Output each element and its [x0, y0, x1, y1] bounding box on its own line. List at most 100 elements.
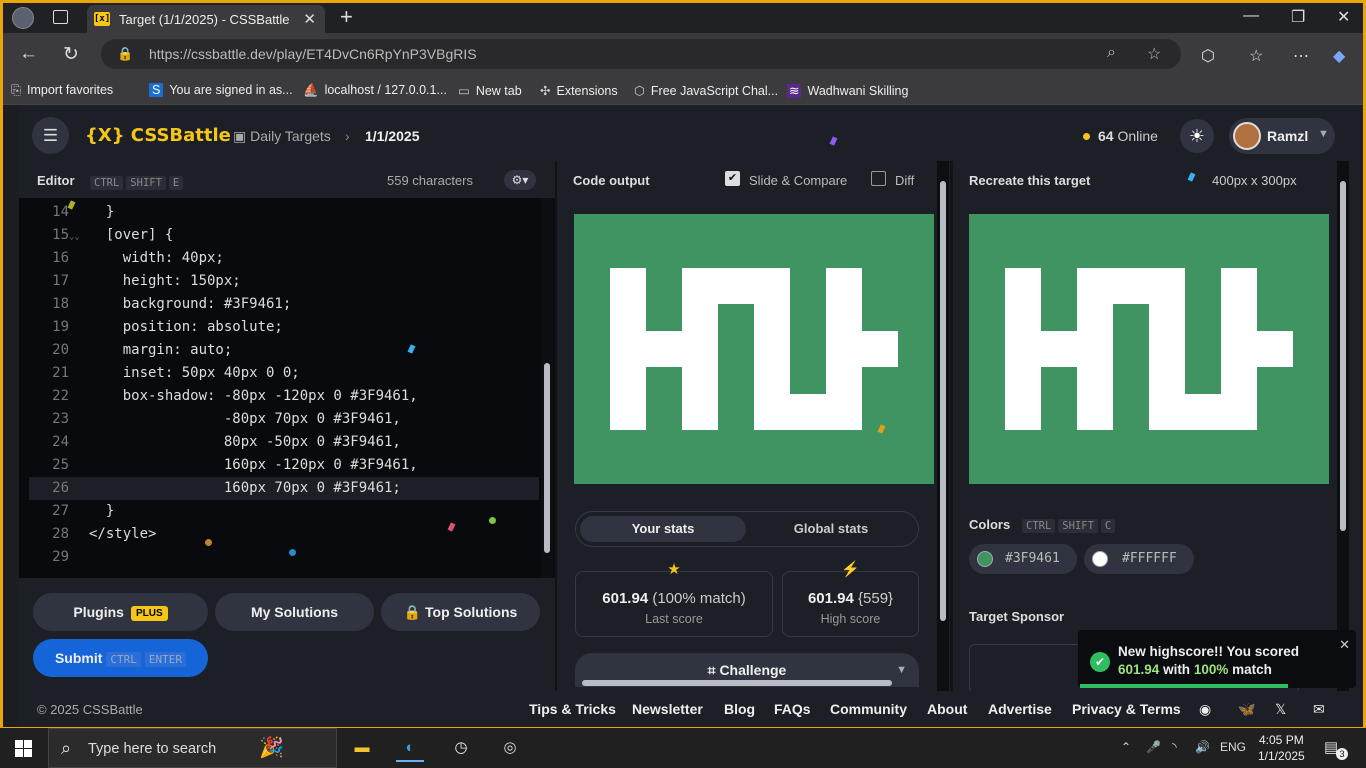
fav-newtab[interactable]: ▭ New tab	[458, 83, 522, 98]
notification-count: 3	[1336, 748, 1348, 760]
code-line[interactable]: 23 -80px 70px 0 #3F9461,	[29, 408, 539, 431]
output-scrollbar[interactable]	[937, 161, 949, 691]
favorite-star-icon[interactable]: ☆	[1147, 44, 1161, 64]
editor-scrollbar[interactable]	[541, 198, 553, 578]
code-line[interactable]: 18 background: #3F9461;	[29, 293, 539, 316]
footer-link-about[interactable]: About	[927, 701, 967, 717]
tab-global-stats[interactable]: Global stats	[748, 516, 914, 542]
plugins-button[interactable]: Plugins PLUS	[33, 593, 208, 631]
code-line[interactable]: 17 height: 150px;	[29, 270, 539, 293]
tab-close-icon[interactable]: ✕	[303, 10, 316, 28]
menu-button[interactable]: ☰	[32, 117, 69, 154]
star-icon: ★	[667, 561, 681, 578]
editor-scroll-thumb[interactable]	[544, 363, 550, 553]
submit-button[interactable]: Submit CTRL ENTER	[33, 639, 208, 677]
microphone-icon[interactable]: 🎤	[1146, 740, 1161, 754]
tab-actions-icon[interactable]	[53, 10, 68, 24]
output-h-scroll-thumb[interactable]	[582, 680, 892, 686]
fav-import[interactable]: ⎘ Import favorites	[11, 83, 113, 98]
top-solutions-button[interactable]: 🔒 Top Solutions	[381, 593, 540, 631]
color-chip-green[interactable]: #3F9461	[969, 544, 1077, 574]
target-scroll-thumb[interactable]	[1340, 181, 1346, 531]
output-h-scrollbar[interactable]	[564, 677, 934, 689]
fav-wadhwani[interactable]: ≋ Wadhwani Skilling	[787, 83, 908, 98]
new-tab-icon[interactable]: +	[340, 5, 353, 29]
footer-link-faqs[interactable]: FAQs	[774, 701, 811, 717]
target-size: 400px x 300px	[1212, 173, 1297, 188]
mail-icon[interactable]: ✉	[1313, 701, 1325, 718]
minimize-icon[interactable]: —	[1243, 7, 1259, 25]
code-line[interactable]: 27 }	[29, 500, 539, 523]
footer-link-privacy[interactable]: Privacy & Terms	[1072, 701, 1181, 717]
code-line[interactable]: 16 width: 40px;	[29, 247, 539, 270]
my-solutions-button[interactable]: My Solutions	[215, 593, 374, 631]
slide-compare-label[interactable]: Slide & Compare	[749, 173, 847, 188]
windows-start-icon[interactable]	[15, 740, 32, 757]
lock-icon[interactable]: 🔒	[117, 46, 133, 62]
taskbar-clock[interactable]: 4:05 PM 1/1/2025	[1258, 732, 1305, 764]
code-line[interactable]: 15⌄⌄ [over] {	[29, 224, 539, 247]
taskbar-search[interactable]: ⌕ Type here to search 🎉	[48, 728, 337, 768]
user-menu-button[interactable]: Ramzl ▼	[1229, 118, 1335, 154]
bluesky-icon[interactable]: 🦋	[1238, 701, 1255, 718]
file-explorer-icon[interactable]: ▬	[348, 734, 376, 762]
code-line[interactable]: 29	[29, 546, 539, 569]
clock-app-icon[interactable]: ◷	[447, 734, 475, 762]
crumb-daily-targets[interactable]: ▣ Daily Targets	[233, 128, 331, 145]
output-scroll-thumb[interactable]	[940, 181, 946, 621]
lock-icon: 🔒	[403, 604, 426, 620]
footer-link-blog[interactable]: Blog	[724, 701, 755, 717]
tray-chevron-icon[interactable]: ⌃	[1121, 740, 1131, 754]
code-line[interactable]: 14 }	[29, 201, 539, 224]
refresh-icon[interactable]: ↻	[63, 43, 79, 66]
fav-extensions[interactable]: ✣ Extensions	[540, 83, 618, 98]
tab-your-stats[interactable]: Your stats	[580, 516, 746, 542]
edge-icon[interactable]: ◐	[396, 734, 424, 762]
logo[interactable]: {X} CSSBattle	[85, 125, 231, 146]
x-icon[interactable]: 𝕏	[1275, 701, 1286, 718]
recorder-icon[interactable]: ◎	[496, 734, 524, 762]
theme-toggle-button[interactable]: ☀	[1180, 119, 1214, 153]
profile-avatar[interactable]	[12, 7, 34, 29]
code-line[interactable]: 24 80px -50px 0 #3F9461,	[29, 431, 539, 454]
copilot-icon[interactable]: ◆	[1333, 46, 1345, 66]
diff-label[interactable]: Diff	[895, 173, 914, 188]
language-indicator[interactable]: ENG	[1220, 740, 1246, 754]
target-scrollbar[interactable]	[1337, 161, 1349, 691]
volume-icon[interactable]: 🔊	[1195, 740, 1210, 754]
footer-link-community[interactable]: Community	[830, 701, 907, 717]
menu-dots-icon[interactable]: ⋯	[1293, 46, 1309, 66]
toast-close-icon[interactable]: ✕	[1339, 637, 1350, 653]
fav-signed-in[interactable]: S You are signed in as...	[149, 83, 293, 97]
wifi-icon[interactable]: ◝	[1172, 740, 1177, 754]
code-line[interactable]: 19 position: absolute;	[29, 316, 539, 339]
code-editor[interactable]: 14 } 15⌄⌄ [over] { 16 width: 40px; 17 he…	[19, 198, 555, 578]
code-line[interactable]: 22 box-shadow: -80px -120px 0 #3F9461,	[29, 385, 539, 408]
extensions-icon[interactable]: ⬡	[1201, 46, 1215, 66]
code-line[interactable]: 25 160px -120px 0 #3F9461,	[29, 454, 539, 477]
slide-compare-checkbox[interactable]: ✔	[725, 171, 740, 186]
code-line[interactable]: 20 margin: auto;	[29, 339, 539, 362]
browser-tab[interactable]: [x] Target (1/1/2025) - CSSBattle ✕	[87, 5, 325, 33]
favorites-icon[interactable]: ☆	[1249, 46, 1263, 66]
footer-link-tips[interactable]: Tips & Tricks	[529, 701, 616, 717]
code-line[interactable]: 28 </style>	[29, 523, 539, 546]
code-line-active[interactable]: 26 160px 70px 0 #3F9461;	[29, 477, 539, 500]
discord-icon[interactable]: ◉	[1199, 701, 1211, 718]
color-chip-white[interactable]: #FFFFFF	[1084, 544, 1194, 574]
zoom-icon[interactable]: ⌕	[1107, 44, 1116, 62]
url-box[interactable]: 🔒 https://cssbattle.dev/play/ET4DvCn6RpY…	[101, 39, 1181, 69]
footer-link-advertise[interactable]: Advertise	[988, 701, 1052, 717]
target-canvas[interactable]	[969, 214, 1329, 484]
fav-localhost[interactable]: ⛵ localhost / 127.0.0.1...	[303, 83, 447, 98]
editor-settings-button[interactable]: ⚙▾	[504, 170, 536, 190]
back-icon[interactable]: ←	[19, 43, 38, 65]
close-window-icon[interactable]: ✕	[1337, 7, 1350, 27]
code-line[interactable]: 21 inset: 50px 40px 0 0;	[29, 362, 539, 385]
url-text[interactable]: https://cssbattle.dev/play/ET4DvCn6RpYnP…	[149, 46, 477, 62]
code-output-canvas[interactable]	[574, 214, 934, 484]
footer-link-newsletter[interactable]: Newsletter	[632, 701, 703, 717]
fav-javascript[interactable]: ⬡ Free JavaScript Chal...	[634, 83, 778, 98]
maximize-icon[interactable]: ❐	[1291, 7, 1305, 27]
diff-checkbox[interactable]	[871, 171, 886, 186]
